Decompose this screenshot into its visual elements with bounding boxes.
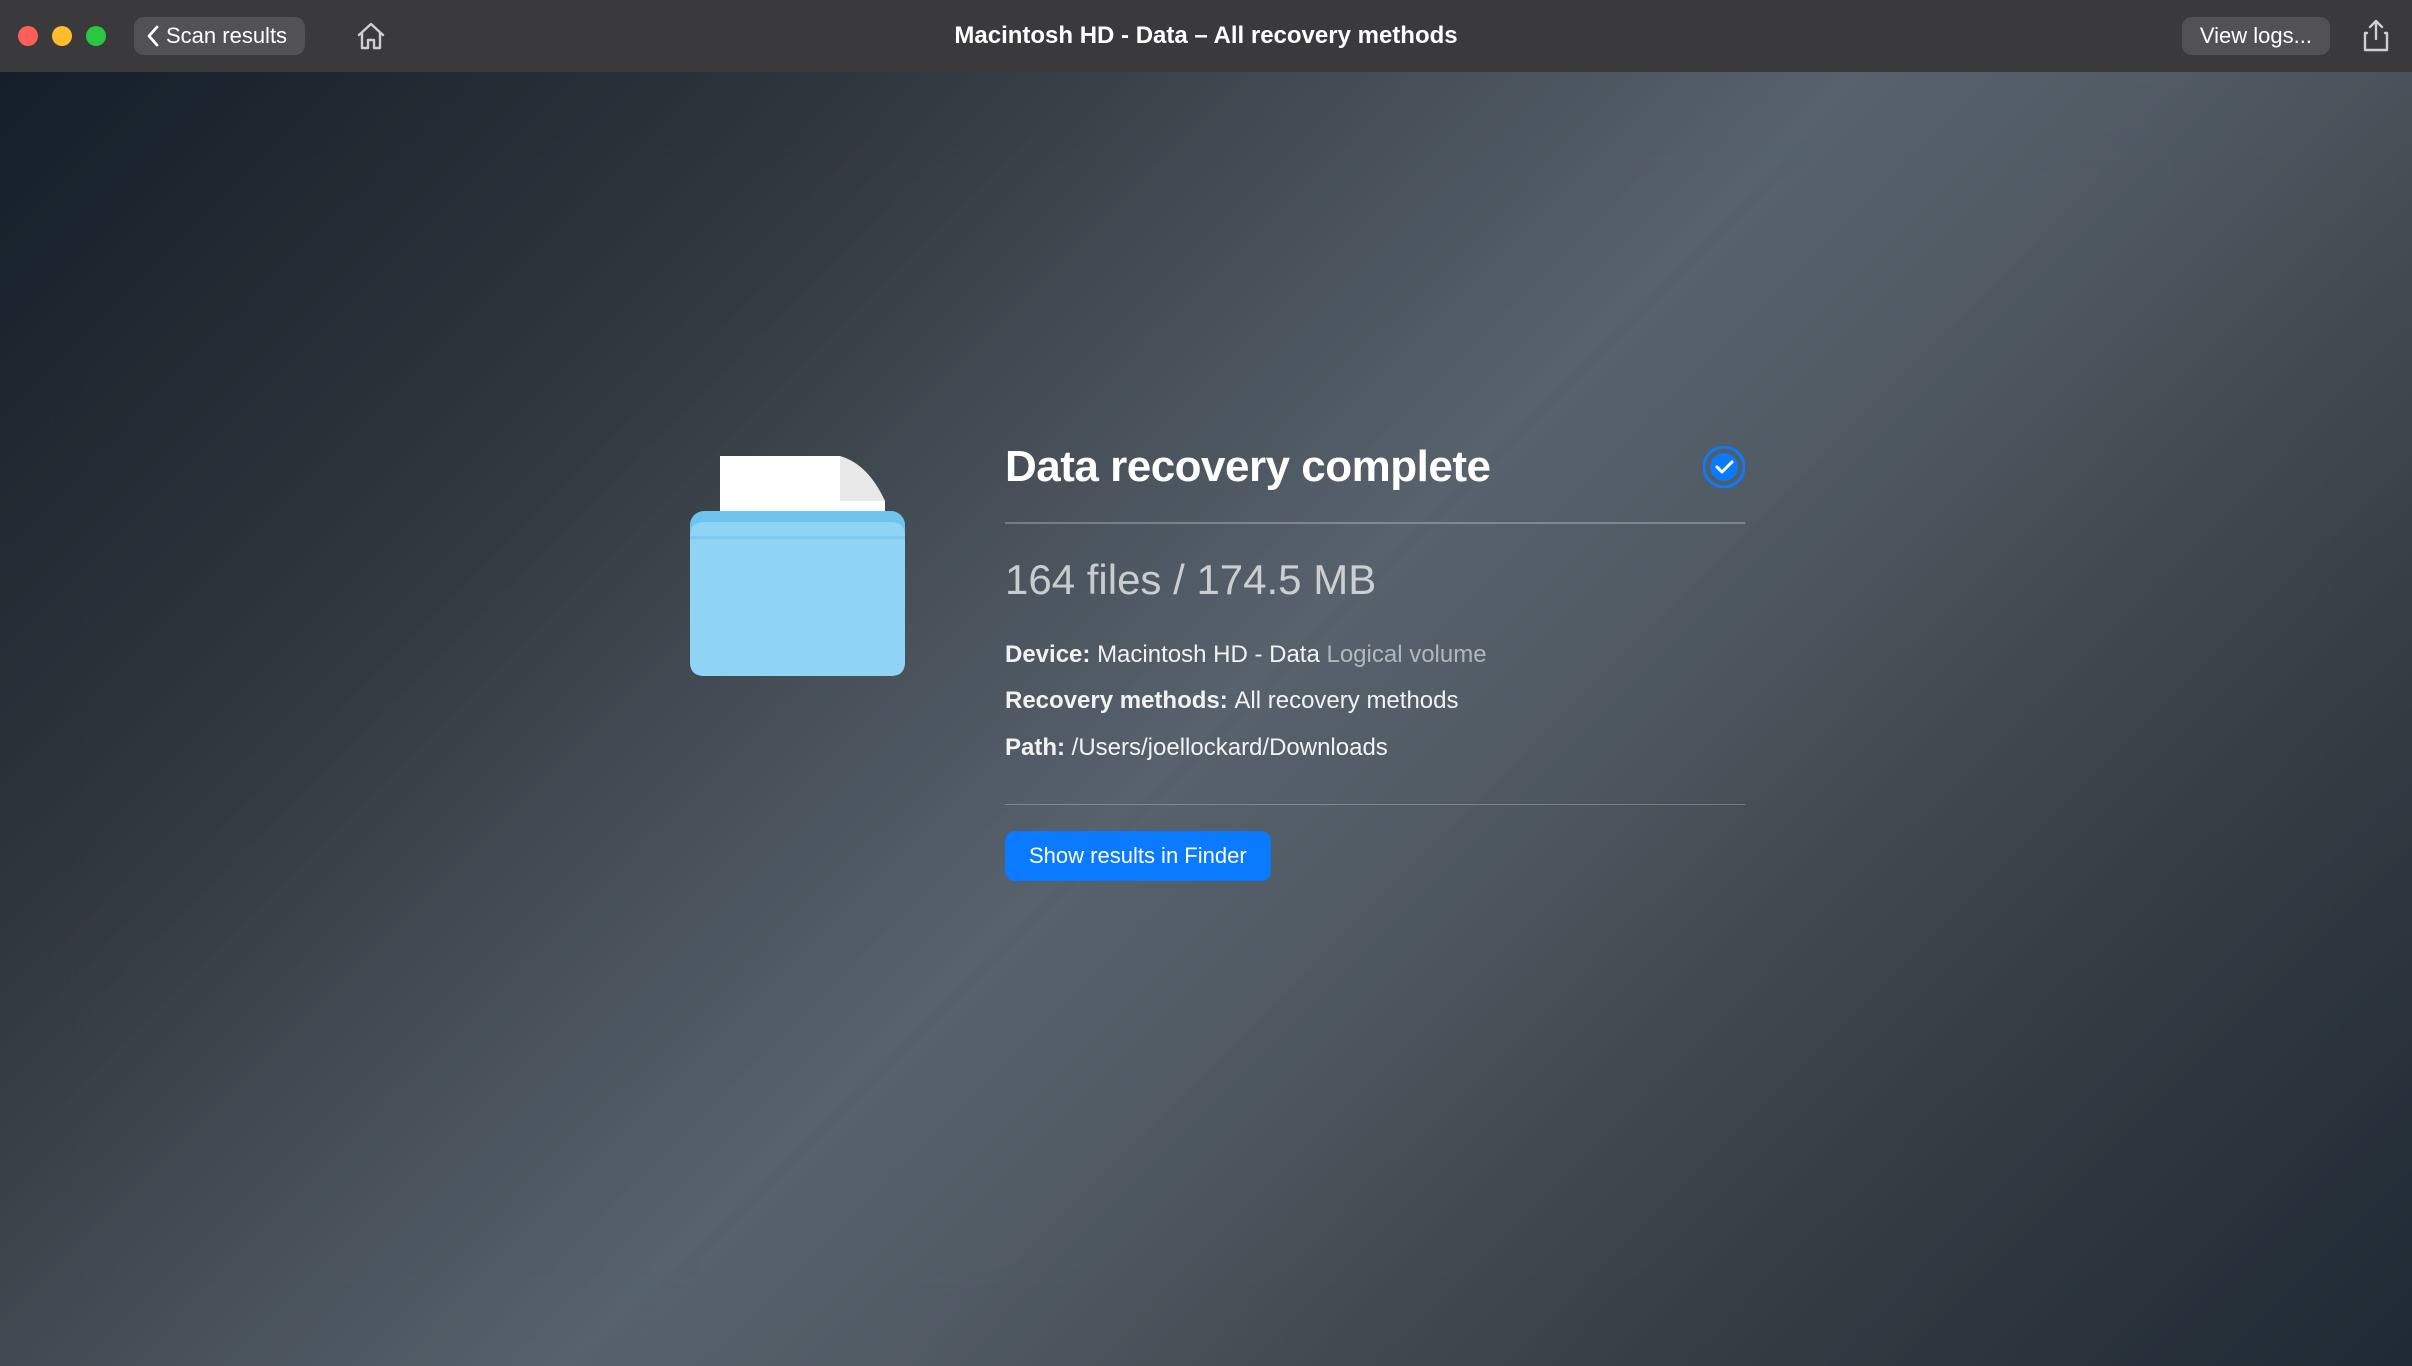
- toolbar: Scan results Macintosh HD - Data – All r…: [0, 0, 2412, 72]
- divider: [1005, 522, 1745, 524]
- close-window-button[interactable]: [18, 26, 38, 46]
- checkmark-badge-icon: [1703, 446, 1745, 488]
- recovery-complete-heading: Data recovery complete: [1005, 442, 1490, 492]
- recovery-stats: 164 files / 174.5 MB: [1005, 556, 1745, 604]
- window-title: Macintosh HD - Data – All recovery metho…: [954, 22, 1457, 50]
- share-icon: [2362, 19, 2390, 53]
- window-controls: [18, 26, 106, 46]
- device-line: Device: Macintosh HD - Data Logical volu…: [1005, 632, 1745, 679]
- home-icon: [355, 21, 387, 51]
- share-button[interactable]: [2358, 15, 2394, 57]
- methods-line: Recovery methods: All recovery methods: [1005, 678, 1745, 725]
- path-label: Path:: [1005, 734, 1072, 761]
- back-button-label: Scan results: [166, 23, 287, 49]
- minimize-window-button[interactable]: [52, 26, 72, 46]
- methods-label: Recovery methods:: [1005, 687, 1234, 714]
- folder-icon: [690, 456, 905, 681]
- toolbar-right: View logs...: [2182, 15, 2394, 57]
- back-button[interactable]: Scan results: [134, 17, 305, 55]
- home-button[interactable]: [351, 17, 391, 55]
- chevron-left-icon: [146, 25, 160, 47]
- divider: [1005, 804, 1745, 806]
- path-value: /Users/joellockard/Downloads: [1072, 734, 1388, 761]
- device-value: Macintosh HD - Data: [1097, 641, 1326, 668]
- main-content: Data recovery complete 164 files / 174.5…: [0, 72, 2412, 1366]
- recovery-result-panel: Data recovery complete 164 files / 174.5…: [690, 442, 1745, 881]
- methods-value: All recovery methods: [1234, 687, 1458, 714]
- zoom-window-button[interactable]: [86, 26, 106, 46]
- folder-illustration: [690, 442, 905, 686]
- device-label: Device:: [1005, 641, 1097, 668]
- view-logs-button[interactable]: View logs...: [2182, 17, 2330, 55]
- path-line: Path: /Users/joellockard/Downloads: [1005, 725, 1745, 772]
- heading-row: Data recovery complete: [1005, 442, 1745, 522]
- show-results-in-finder-button[interactable]: Show results in Finder: [1005, 831, 1271, 881]
- recovery-info: Data recovery complete 164 files / 174.5…: [1005, 442, 1745, 881]
- device-type: Logical volume: [1326, 641, 1486, 668]
